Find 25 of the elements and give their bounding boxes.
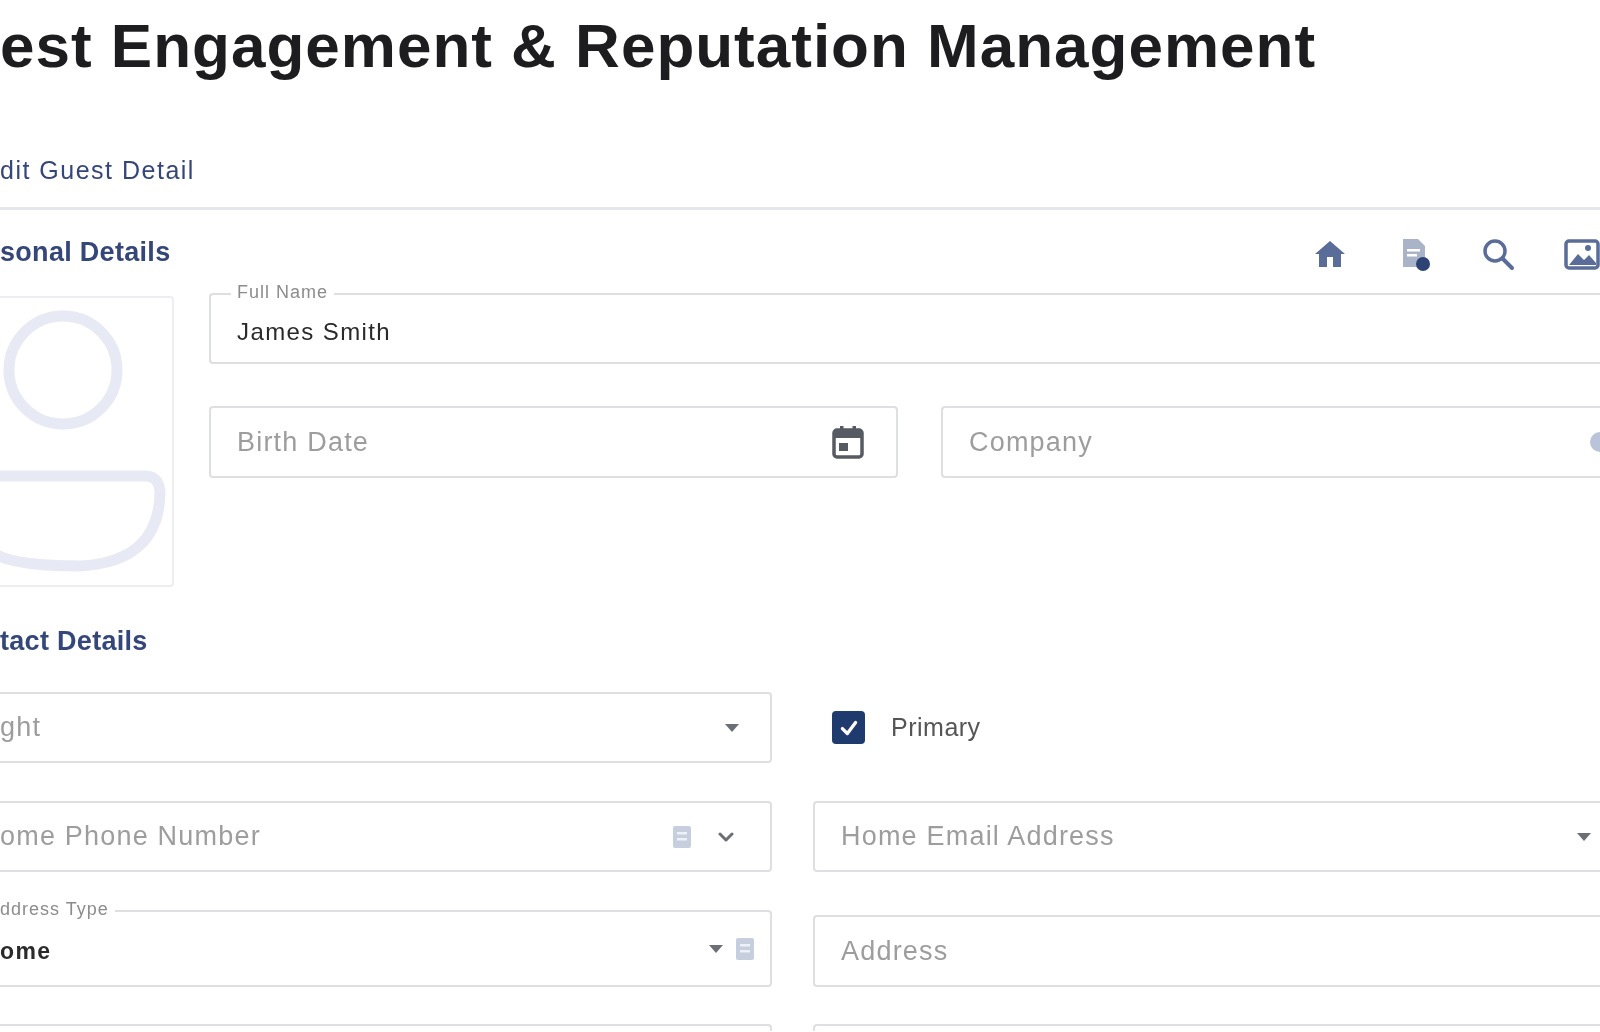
caret-icon xyxy=(1577,832,1591,841)
section-heading: tact Details xyxy=(0,626,148,656)
checkbox-label: Primary xyxy=(891,713,981,742)
image-button[interactable] xyxy=(1564,236,1600,272)
primary-checkbox[interactable] xyxy=(832,711,865,744)
address-field[interactable]: Address xyxy=(813,915,1600,987)
caret-icon xyxy=(709,944,723,953)
calendar-icon xyxy=(832,425,864,459)
search-icon xyxy=(1480,236,1516,272)
search-button[interactable] xyxy=(1480,236,1516,272)
contact-type-select[interactable]: ght xyxy=(0,692,772,763)
input-field[interactable] xyxy=(813,1024,1600,1031)
phone-number-field[interactable]: ome Phone Number xyxy=(0,801,772,872)
document-icon xyxy=(735,936,755,961)
input-field[interactable] xyxy=(0,1024,772,1031)
company-field[interactable]: Company xyxy=(941,406,1600,478)
chevron-down-icon xyxy=(718,831,734,842)
email-select[interactable]: Home Email Address xyxy=(813,801,1600,872)
image-icon xyxy=(1564,236,1600,272)
document-icon xyxy=(672,824,692,849)
section-heading: sonal Details xyxy=(0,236,171,267)
breadcrumb-link[interactable]: dit Guest Detail xyxy=(0,155,195,185)
caret-icon xyxy=(725,723,739,732)
birth-date-field[interactable]: Birth Date xyxy=(209,406,898,478)
page-title: est Engagement & Reputation Management xyxy=(0,13,1317,79)
